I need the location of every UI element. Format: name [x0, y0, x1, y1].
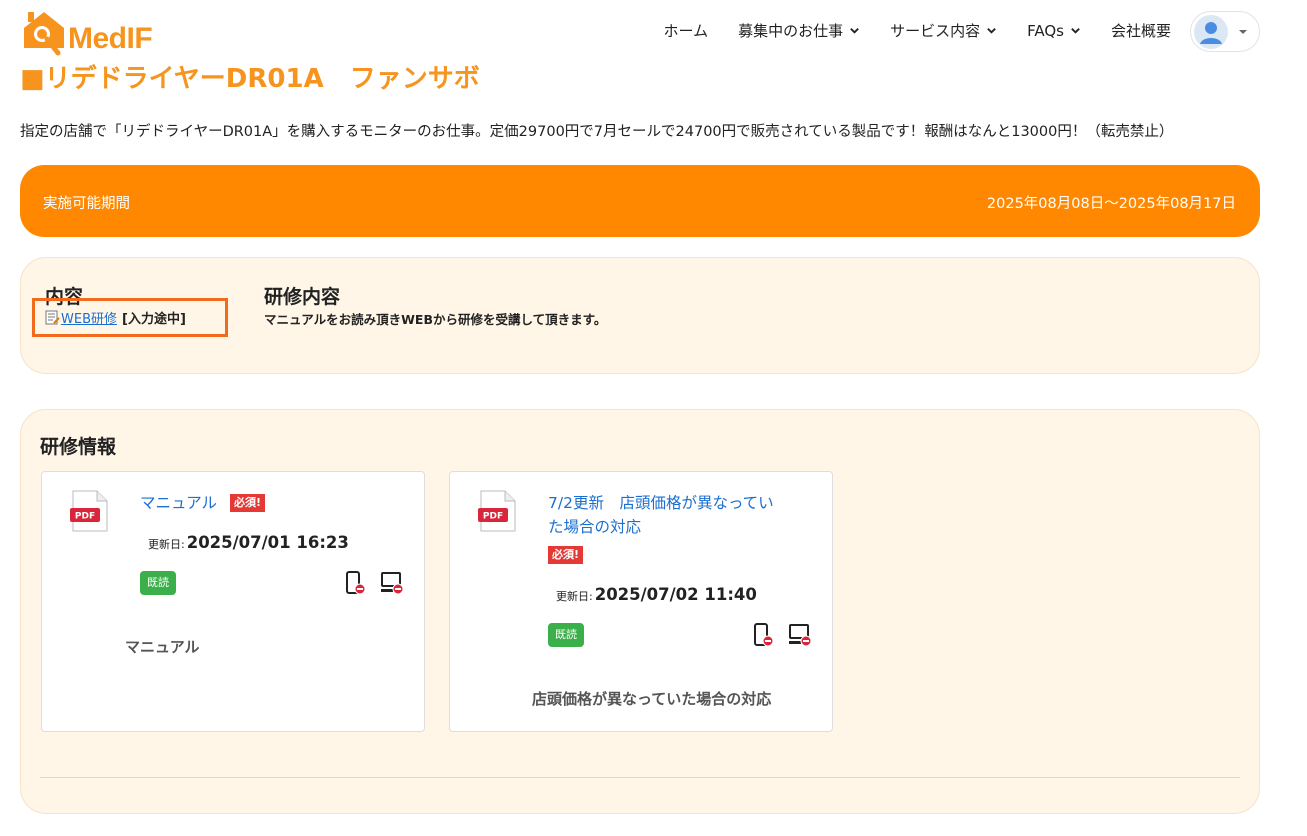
document-caption: 店頭価格が異なっていた場合の対応: [532, 690, 772, 708]
nav-label: 会社概要: [1110, 22, 1171, 40]
document-caption: マニュアル: [125, 638, 200, 656]
required-badge: 必須!: [229, 494, 266, 512]
nav-label: FAQs: [1027, 21, 1064, 40]
nav-item-company[interactable]: 会社概要: [1111, 20, 1171, 41]
document-title[interactable]: マニュアル 必須!: [140, 491, 266, 515]
nav-item-home[interactable]: ホーム: [664, 20, 709, 41]
read-badge: 既読: [140, 571, 176, 595]
chevron-down-icon: [987, 28, 996, 34]
site-header: MedIF ホーム 募集中のお仕事 サービス内容 FAQs 会社概要: [0, 0, 1307, 60]
nav-item-services[interactable]: サービス内容: [890, 20, 997, 41]
period-bar: 実施可能期間 2025年08月08日〜2025年08月17日: [20, 165, 1260, 237]
section-divider: [40, 777, 1240, 778]
training-content-heading: 研修内容: [264, 286, 341, 308]
site-logo[interactable]: MedIF: [20, 8, 160, 58]
period-label: 実施可能期間: [43, 196, 130, 212]
training-info-heading: 研修情報: [40, 436, 117, 458]
nav-label: 募集中のお仕事: [738, 22, 844, 40]
training-info-card: 研修情報 PDF マニュアル 必須! 更新日: 2025/07/01 16:23 …: [20, 409, 1260, 814]
mobile-unavailable-icon: [754, 623, 774, 647]
document-title-line[interactable]: 7/2更新 店頭価格が異なってい: [548, 491, 818, 515]
pdf-file-icon: PDF: [70, 490, 108, 532]
pc-unavailable-icon: [381, 572, 404, 595]
main-nav: ホーム 募集中のお仕事 サービス内容 FAQs 会社概要: [664, 20, 1171, 41]
document-title-text[interactable]: マニュアル: [140, 494, 217, 512]
page-title: ■リデドライヤーDR01A ファンサボ: [20, 64, 480, 94]
chevron-down-icon: [850, 28, 859, 34]
updated-datetime: 2025/07/02 11:40: [594, 585, 757, 604]
required-badge: 必須!: [548, 546, 584, 564]
nav-item-jobs[interactable]: 募集中のお仕事: [738, 20, 860, 41]
house-magnifier-logo-icon: [24, 12, 64, 56]
updated-label: 更新日:: [556, 590, 593, 603]
updated-row: 更新日: 2025/07/02 11:40: [556, 585, 757, 604]
mobile-unavailable-icon: [346, 571, 366, 595]
training-content-desc: マニュアルをお読み頂きWEBから研修を受講して頂きます。: [264, 312, 607, 327]
brand-name: MedIF: [68, 22, 153, 55]
chevron-down-icon: [1071, 28, 1080, 34]
nav-label: ホーム: [663, 22, 709, 40]
svg-text:PDF: PDF: [483, 512, 503, 522]
document-card[interactable]: PDF マニュアル 必須! 更新日: 2025/07/01 16:23 既読 マニ…: [41, 471, 425, 732]
pdf-file-icon: PDF: [478, 490, 516, 532]
user-avatar-icon: [1194, 15, 1228, 49]
job-description: 指定の店舗で「リデドライヤーDR01A」を購入するモニターのお仕事。定価2970…: [20, 124, 1174, 140]
read-badge: 既読: [548, 623, 584, 647]
svg-text:PDF: PDF: [75, 512, 95, 522]
nav-item-faqs[interactable]: FAQs: [1027, 20, 1081, 41]
document-title-line[interactable]: た場合の対応: [548, 515, 818, 539]
pc-unavailable-icon: [789, 624, 812, 647]
updated-datetime: 2025/07/01 16:23: [186, 533, 349, 552]
updated-row: 更新日: 2025/07/01 16:23: [148, 533, 349, 552]
updated-label: 更新日:: [148, 538, 185, 551]
document-title[interactable]: 7/2更新 店頭価格が異なってい た場合の対応 必須!: [548, 491, 818, 567]
user-menu-button[interactable]: [1190, 11, 1260, 52]
nav-label: サービス内容: [890, 22, 981, 40]
content-card: 内容 WEB研修 [入力途中] 研修内容 マニュアルをお読み頂きWEBから研修を…: [20, 257, 1260, 374]
caret-down-icon: [1239, 30, 1247, 34]
document-card[interactable]: PDF 7/2更新 店頭価格が異なってい た場合の対応 必須! 更新日: 2025…: [449, 471, 833, 732]
period-value: 2025年08月08日〜2025年08月17日: [986, 196, 1236, 212]
highlight-box: [32, 298, 228, 337]
